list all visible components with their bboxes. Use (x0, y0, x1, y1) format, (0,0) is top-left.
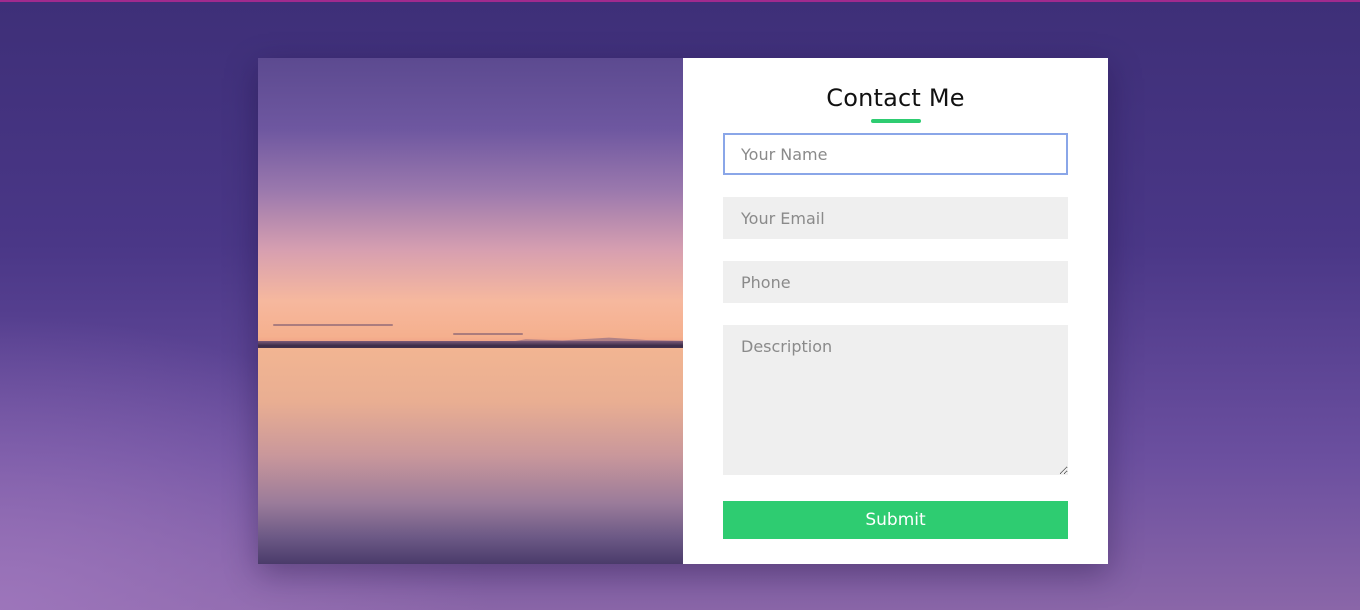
form-title: Contact Me (826, 84, 965, 112)
title-underline (871, 119, 921, 123)
name-input[interactable] (723, 133, 1068, 175)
photo-water (258, 348, 683, 564)
phone-input[interactable] (723, 261, 1068, 303)
photo-cloud (273, 324, 393, 326)
email-input[interactable] (723, 197, 1068, 239)
contact-card: Contact Me Submit (258, 58, 1108, 564)
description-textarea[interactable] (723, 325, 1068, 475)
top-accent-line (0, 0, 1360, 2)
contact-form: Contact Me Submit (683, 58, 1108, 564)
submit-button[interactable]: Submit (723, 501, 1068, 539)
sunset-lake-photo (258, 58, 683, 564)
photo-cloud (453, 333, 523, 335)
